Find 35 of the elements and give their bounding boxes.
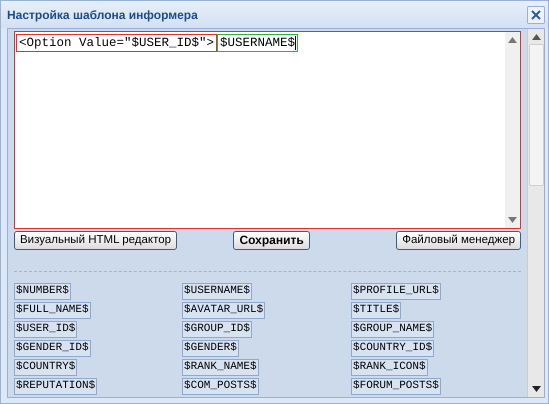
variable-tag[interactable]: $USER_ID$ [14,321,78,338]
action-button[interactable]: Файловый менеджер [396,231,521,250]
variable-tag[interactable]: $PROFILE_URL$ [351,283,441,300]
scrollbar-thumb[interactable] [528,44,544,186]
close-icon [529,8,543,22]
variable-tag[interactable]: $COM_POSTS$ [182,378,259,395]
variable-tag[interactable]: $GENDER$ [182,340,239,357]
variable-tag[interactable]: $REPUTATION$ [14,378,98,395]
variable-tag[interactable]: $USERNAME$ [182,283,252,300]
variable-tag[interactable]: $FULL_NAME$ [14,302,91,319]
code-text: <Option Value="$USER_ID$"> [16,34,218,52]
variable-tag[interactable]: $GENDER_ID$ [14,340,91,357]
code-editor[interactable]: <Option Value="$USER_ID$"> $USERNAME$ [14,31,521,229]
variable-tag[interactable]: $GROUP_ID$ [182,321,252,338]
variable-tag[interactable]: $NUMBER$ [14,283,71,300]
close-button[interactable] [527,6,545,24]
code-text: $USERNAME$ [217,34,298,52]
editor-scrollbar[interactable] [505,32,520,228]
variable-tag[interactable]: $COUNTRY_ID$ [351,340,434,357]
scroll-down-icon [532,386,540,392]
text-cursor [295,36,296,50]
variable-tag[interactable]: $AVATAR_URL$ [182,302,266,319]
variable-tag[interactable]: $COUNTRY$ [14,359,78,376]
variable-tag[interactable]: $RANK_NAME$ [182,359,259,376]
scroll-down-icon [508,217,517,223]
variable-tag[interactable]: $FORUM_POSTS$ [351,378,441,395]
scroll-up-icon [508,37,517,43]
action-button[interactable]: Сохранить [233,231,310,250]
window-title: Настройка шаблона информера [7,8,198,22]
variable-tag[interactable]: $TITLE$ [351,302,402,319]
action-button[interactable]: Визуальный HTML редактор [14,231,177,250]
window-scrollbar[interactable] [527,29,544,397]
variable-tag[interactable]: $GROUP_NAME$ [351,321,434,338]
variable-tag[interactable]: $RANK_ICON$ [351,359,428,376]
scroll-up-icon [532,34,540,40]
